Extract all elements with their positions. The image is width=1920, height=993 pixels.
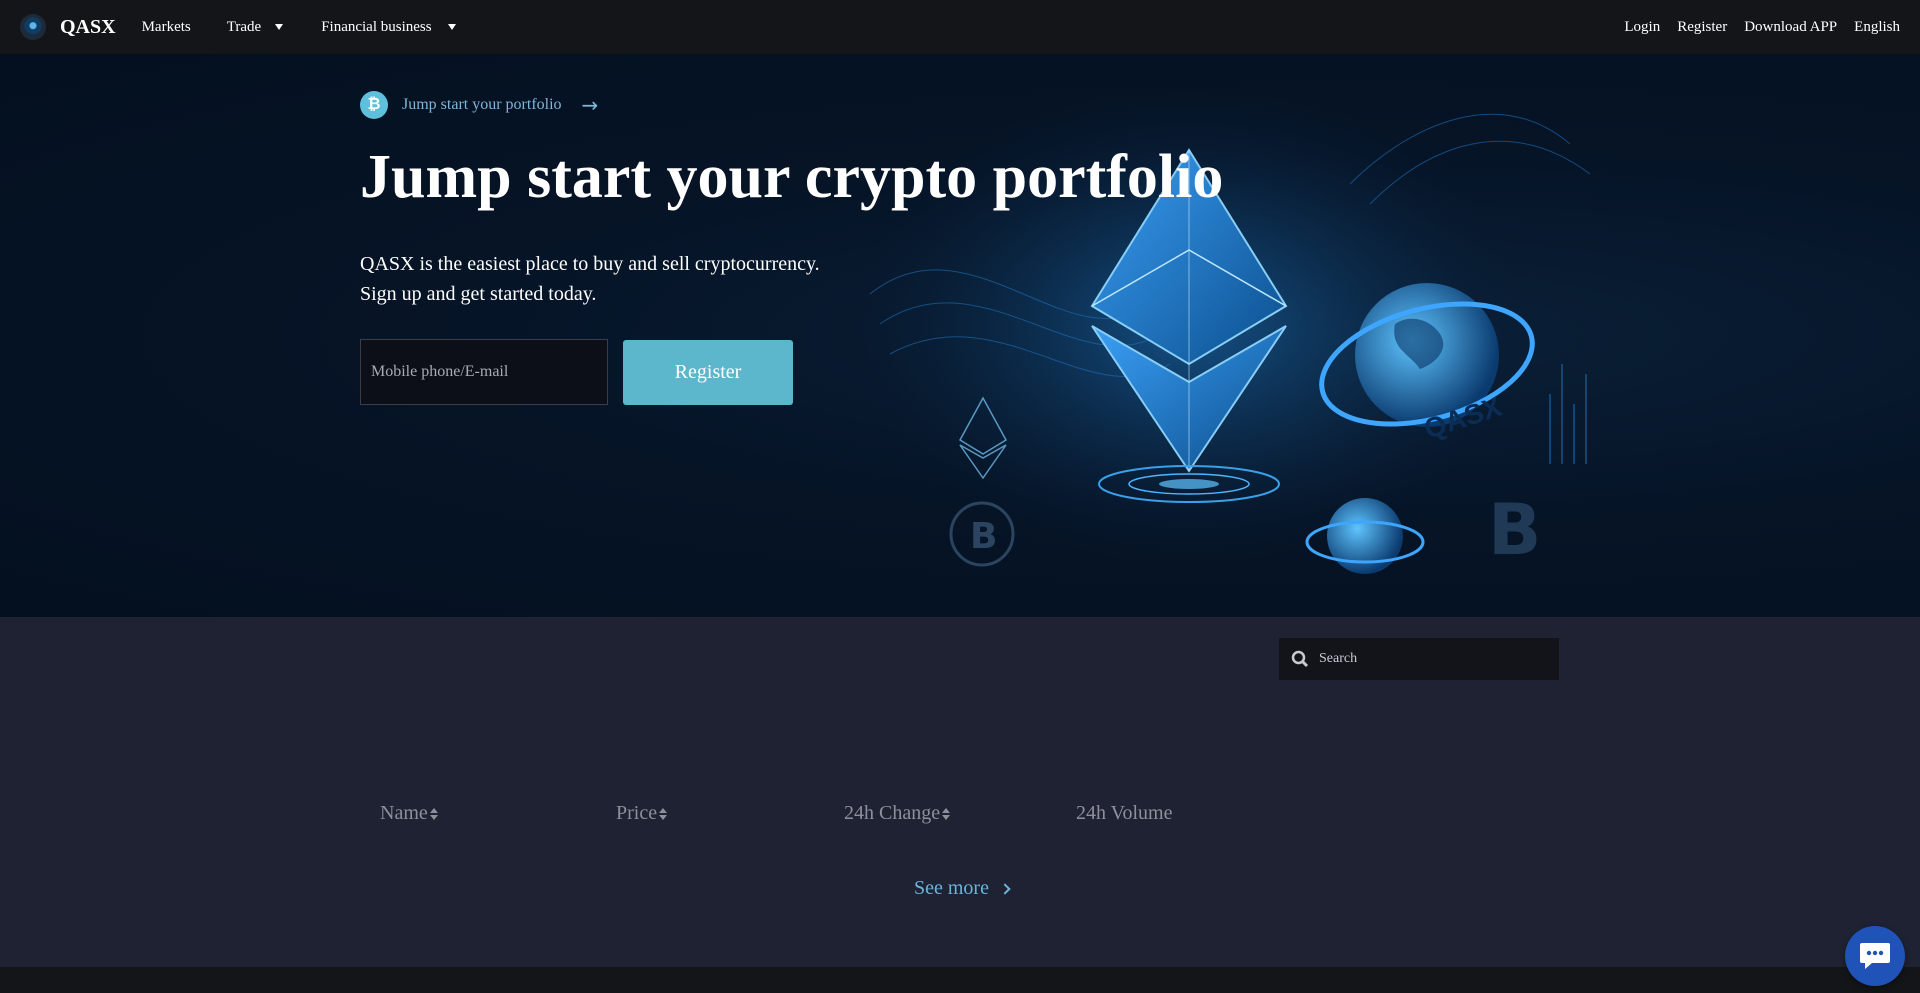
sort-icon: [659, 807, 668, 820]
nav-markets-label: Markets: [141, 18, 191, 35]
arrow-right-icon: →: [581, 93, 599, 117]
column-name-label: Name: [380, 802, 428, 824]
download-app-link[interactable]: Download APP: [1744, 19, 1837, 36]
hero-subtitle-line2: Sign up and get started today.: [360, 283, 597, 305]
portfolio-breadcrumb[interactable]: ₿ Jump start your portfolio →: [360, 91, 598, 119]
column-header-price[interactable]: Price: [616, 802, 668, 825]
hero-section: B B QASX ₿ Jump start your portfolio → J…: [0, 54, 1920, 617]
login-link[interactable]: Login: [1624, 19, 1660, 36]
hero-subtitle-line1: QASX is the easiest place to buy and sel…: [360, 253, 820, 275]
caret-down-icon: [447, 24, 456, 30]
nav-markets[interactable]: Markets: [142, 19, 191, 36]
sort-icon: [942, 807, 951, 820]
column-price-label: Price: [616, 802, 658, 824]
top-nav: QASX Markets Trade Financial business Lo…: [0, 0, 1920, 54]
caret-down-icon: [275, 24, 284, 30]
search-icon: [1291, 650, 1309, 668]
footer-strip: [0, 967, 1920, 993]
hero-headline: Jump start your crypto portfolio: [360, 143, 1224, 211]
breadcrumb-label: Jump start your portfolio: [402, 96, 562, 113]
see-more-link[interactable]: See more: [914, 877, 1011, 900]
sort-icon: [429, 807, 438, 820]
bitcoin-icon: ₿: [360, 91, 388, 119]
register-button[interactable]: Register: [623, 340, 793, 405]
chat-support-button[interactable]: [1845, 926, 1905, 986]
column-volume-label: 24h Volume: [1076, 802, 1173, 824]
search-input[interactable]: [1319, 651, 1539, 667]
register-link[interactable]: Register: [1677, 19, 1727, 36]
nav-trade-label: Trade: [226, 18, 262, 35]
column-change-label: 24h Change: [844, 802, 941, 824]
market-search[interactable]: [1279, 638, 1559, 680]
svg-text:B: B: [970, 516, 997, 557]
nav-trade[interactable]: Trade: [226, 18, 284, 36]
phone-email-input[interactable]: [360, 339, 608, 405]
see-more-label: See more: [914, 877, 989, 899]
nav-financial-label: Financial business: [321, 18, 432, 35]
column-header-24h-volume: 24h Volume: [1076, 802, 1173, 825]
chevron-right-icon: [999, 882, 1011, 895]
chat-bubble-icon: [1860, 943, 1890, 969]
nav-right: Login Register Download APP English: [1607, 19, 1900, 36]
market-section: Name Price 24h Change 24h Volume See mor…: [0, 617, 1920, 967]
brand-name[interactable]: QASX: [60, 16, 116, 39]
hero-subtitle: QASX is the easiest place to buy and sel…: [360, 249, 920, 309]
svg-text:B: B: [1488, 489, 1541, 571]
column-header-24h-change[interactable]: 24h Change: [844, 802, 951, 825]
column-header-name[interactable]: Name: [380, 802, 438, 825]
nav-financial-business[interactable]: Financial business: [321, 18, 456, 36]
logo-icon[interactable]: [20, 14, 46, 40]
language-selector[interactable]: English: [1854, 19, 1900, 36]
